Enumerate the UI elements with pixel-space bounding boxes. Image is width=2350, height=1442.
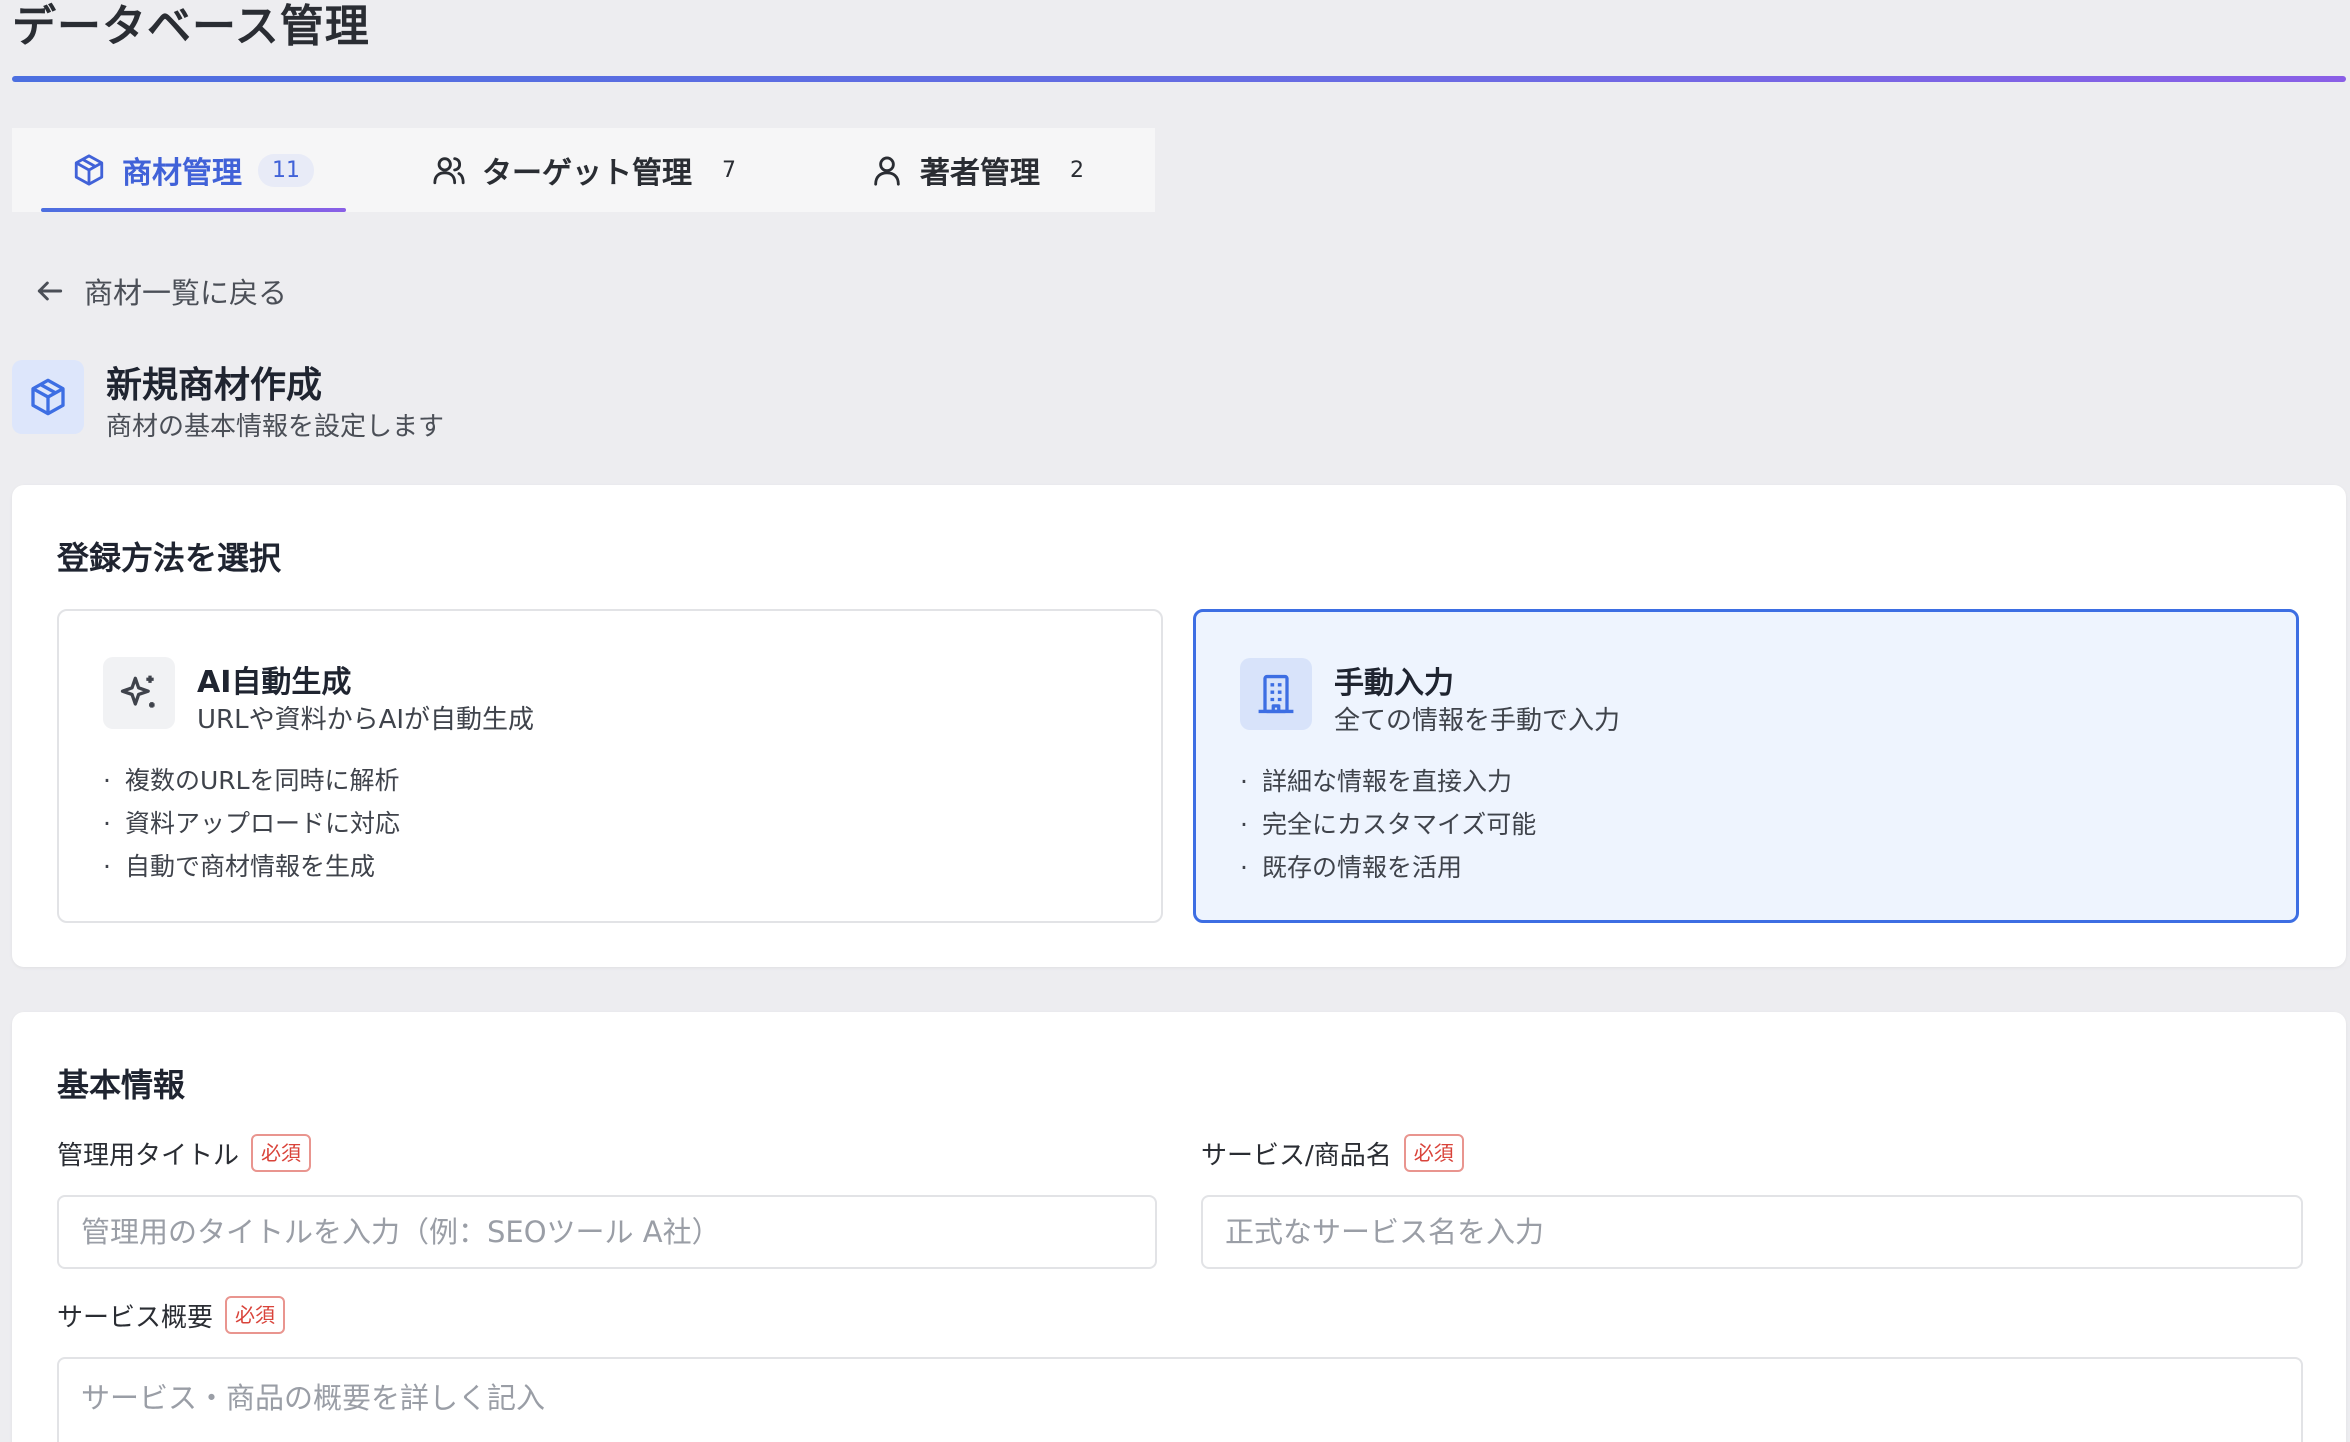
option-feature-list: · 詳細な情報を直接入力 · 完全にカスタマイズ可能 · 既存の情報を活用 <box>1240 760 1536 889</box>
list-item: · 既存の情報を活用 <box>1240 853 1462 882</box>
option-title: 手動入力 <box>1334 666 1454 701</box>
tab-count-badge: 2 <box>1070 157 1084 183</box>
tab-targets[interactable]: ターゲット管理 7 <box>12 128 750 212</box>
option-subtitle: URLや資料からAIが自動生成 <box>197 705 535 735</box>
admin-title-label: 管理用タイトル 必須 <box>57 1134 312 1172</box>
option-subtitle: 全ての情報を手動で入力 <box>1334 706 1621 736</box>
header-icon-box <box>12 360 84 434</box>
service-summary-textarea[interactable] <box>57 1357 2303 1442</box>
page-root: データベース管理 商材管理 11 ターゲット管理 7 著者管理 2 商材一覧に戻… <box>0 0 2350 1442</box>
option-feature-list: · 複数のURLを同時に解析 · 資料アップロードに対応 · 自動で商材情報を生成 <box>103 759 400 888</box>
arrow-left-icon <box>37 281 63 301</box>
tab-count-badge: 7 <box>722 157 736 183</box>
list-item: · 資料アップロードに対応 <box>103 809 400 838</box>
service-name-input[interactable] <box>1201 1195 2303 1269</box>
tab-bar: 商材管理 11 ターゲット管理 7 著者管理 2 <box>12 128 1155 212</box>
users-icon <box>432 153 466 187</box>
sparkle-icon <box>120 675 155 708</box>
tab-label: ターゲット管理 <box>482 156 692 191</box>
list-item: · 自動で商材情報を生成 <box>103 852 375 881</box>
list-item: · 詳細な情報を直接入力 <box>1240 767 1512 796</box>
basic-info-card: 基本情報 管理用タイトル 必須 サービス/商品名 必須 サービス概要 必須 <box>12 1012 2346 1442</box>
option-icon-box <box>1240 658 1312 730</box>
page-heading: 新規商材作成 <box>106 365 323 406</box>
list-item: · 完全にカスタマイズ可能 <box>1240 810 1537 839</box>
back-link-label: 商材一覧に戻る <box>84 276 288 310</box>
list-item: · 複数のURLを同時に解析 <box>103 766 400 795</box>
option-title: AI自動生成 <box>197 665 352 700</box>
registration-method-card: 登録方法を選択 AI自動生成 URLや資料からAIが自動生成 · 複数のURLを同… <box>12 485 2346 967</box>
admin-title-input[interactable] <box>57 1195 1157 1269</box>
back-to-list-link[interactable]: 商材一覧に戻る <box>34 270 287 312</box>
box-icon <box>31 378 65 416</box>
required-badge: 必須 <box>251 1134 312 1172</box>
title-divider <box>12 76 2346 82</box>
tab-authors[interactable]: 著者管理 2 <box>870 128 1098 212</box>
building-icon <box>1258 674 1294 714</box>
page-subheading: 商材の基本情報を設定します <box>106 412 445 442</box>
option-icon-box <box>103 657 175 729</box>
service-summary-label: サービス概要 必須 <box>57 1296 286 1334</box>
required-badge: 必須 <box>225 1296 286 1334</box>
option-ai-generate[interactable]: AI自動生成 URLや資料からAIが自動生成 · 複数のURLを同時に解析 · 資料… <box>57 609 1163 923</box>
tab-label: 著者管理 <box>920 156 1040 191</box>
service-name-label: サービス/商品名 必須 <box>1201 1134 1464 1172</box>
option-manual-input[interactable]: 手動入力 全ての情報を手動で入力 · 詳細な情報を直接入力 · 完全にカスタマイズ可… <box>1193 609 2299 923</box>
method-heading: 登録方法を選択 <box>57 539 282 577</box>
basic-info-heading: 基本情報 <box>57 1066 186 1104</box>
page-title: データベース管理 <box>12 1 370 52</box>
user-icon <box>870 153 904 187</box>
required-badge: 必須 <box>1403 1134 1464 1172</box>
